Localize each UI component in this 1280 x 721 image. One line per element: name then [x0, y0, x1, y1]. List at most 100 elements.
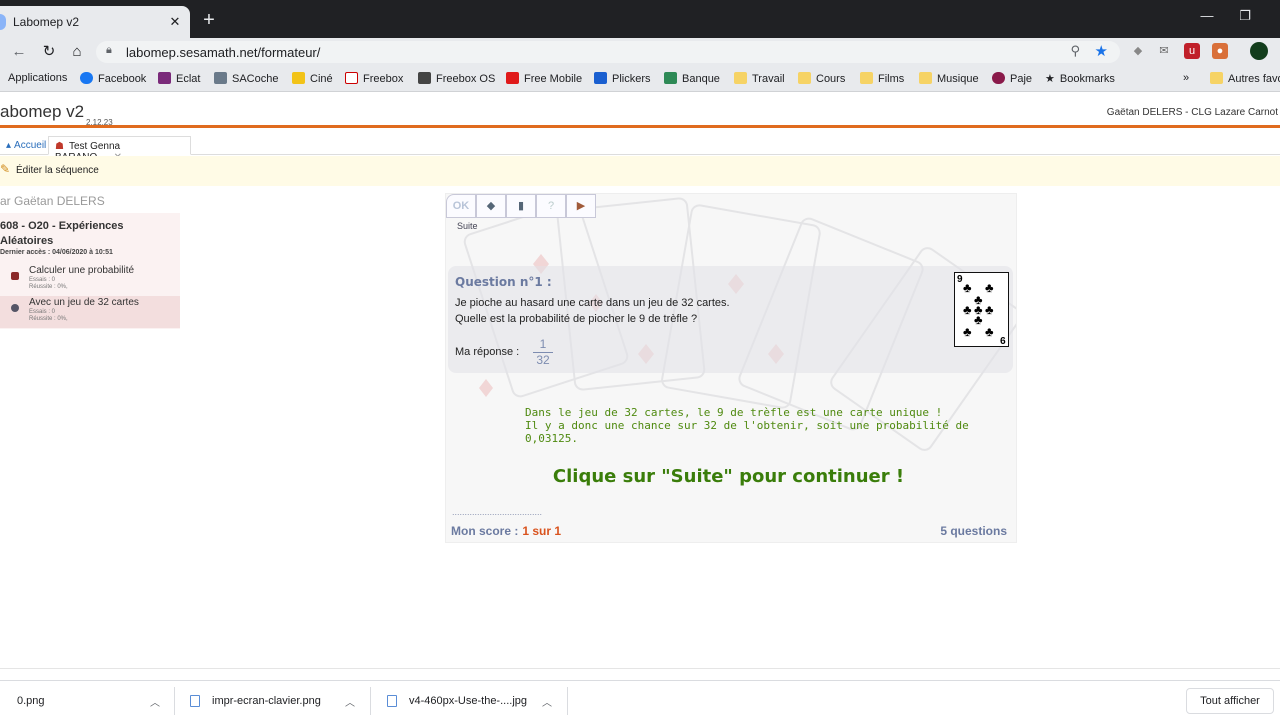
freebox-os-icon — [418, 72, 431, 84]
club-icon: ♣ — [963, 324, 972, 339]
close-tab-icon[interactable]: ✕ — [166, 14, 184, 30]
extension-icon[interactable]: ● — [1212, 43, 1228, 59]
bookmark-paje[interactable]: Paje — [992, 72, 1032, 85]
browser-tab[interactable]: Labomep v2 ✕ — [0, 6, 190, 38]
tab-accueil[interactable]: ▴ Accueil — [0, 136, 52, 155]
sequence-item[interactable]: Calculer une probabilité Essais : 0 Réuss… — [0, 264, 180, 296]
download-filename: 0.png — [17, 695, 45, 707]
download-item[interactable]: 0.png ︿ — [0, 681, 170, 721]
bookmark-musique[interactable]: Musique — [919, 72, 979, 85]
folder-icon — [798, 72, 811, 84]
ok-button[interactable]: OK — [446, 194, 476, 218]
home-button[interactable]: ⌂ — [66, 41, 88, 63]
tab-test[interactable]: ☗Test Genna BARANO...✕ — [48, 136, 191, 163]
last-access: Dernier accès : 04/06/2020 à 10:51 — [0, 249, 113, 256]
page-bottom-divider — [0, 668, 1280, 669]
next-icon[interactable]: ▶ — [566, 194, 596, 218]
app-tabs: ▴Accueil ☗Test Genna BARANO...✕ — [0, 134, 1280, 163]
reload-button[interactable]: ↻ — [38, 41, 60, 63]
bookmark-free-mobile[interactable]: Free Mobile — [506, 72, 582, 85]
new-tab-button[interactable]: + — [198, 10, 220, 32]
club-icon: ♣ — [963, 280, 972, 295]
eclat-icon — [158, 72, 171, 84]
bookmarks-overflow-icon[interactable]: » — [1183, 72, 1189, 84]
download-item[interactable]: impr-ecran-clavier.png ︿ — [190, 681, 366, 721]
bookmark-sacoche[interactable]: SACoche — [214, 72, 278, 85]
download-item[interactable]: v4-460px-Use-the-....jpg ︿ — [387, 681, 563, 721]
free-mobile-icon — [506, 72, 519, 84]
exercise-icon — [11, 304, 19, 312]
help-icon[interactable]: ? — [536, 194, 566, 218]
score-value: 1 sur 1 — [522, 524, 562, 538]
bookmark-applications[interactable]: Applications — [8, 72, 67, 84]
file-icon — [387, 695, 397, 707]
edit-sequence-link[interactable]: Éditer la séquence — [16, 165, 99, 176]
address-bar[interactable]: 🔒︎ labomep.sesamath.net/formateur/ ⚲ ★ — [96, 41, 1120, 63]
club-icon: ♣ — [963, 302, 972, 317]
chevron-up-icon: ︿ — [345, 698, 355, 709]
club-icon: ♣ — [974, 302, 983, 317]
folder-icon — [1210, 72, 1223, 84]
bookmark-facebook[interactable]: Facebook — [80, 72, 146, 85]
edit-bar: ✎ Éditer la séquence — [0, 156, 1280, 186]
show-all-button[interactable]: Tout afficher — [1186, 688, 1274, 714]
exercise-frame: OK ◆ ▮ ? ▶ Suite Question n°1 : Je pioch… — [445, 193, 1017, 543]
labomep-favicon-icon — [0, 14, 6, 30]
bookmark-star-icon[interactable]: ★ — [1095, 42, 1108, 60]
zoom-icon[interactable]: ⚲ — [1070, 43, 1080, 59]
app-name: abomep v2 — [0, 102, 85, 121]
bookmark-freebox-os[interactable]: Freebox OS — [418, 72, 495, 85]
mail-icon[interactable]: ✉ — [1156, 43, 1172, 59]
extension-bell-icon[interactable]: ◆ — [1130, 43, 1146, 59]
answer-label: Ma réponse : — [455, 346, 520, 358]
tag-icon[interactable]: ◆ — [476, 194, 506, 218]
question-text: Je pioche au hasard une carte dans un je… — [455, 297, 730, 325]
club-icon: ♣ — [985, 302, 994, 317]
url-text: labomep.sesamath.net/formateur/ — [126, 45, 321, 60]
user-icon: ☗ — [55, 141, 64, 152]
exercise-toolbar: OK ◆ ▮ ? ▶ — [446, 194, 596, 218]
pencil-icon: ✎ — [0, 162, 11, 176]
plickers-icon — [594, 72, 607, 84]
bookmark-cours[interactable]: Cours — [798, 72, 845, 85]
bookmark-bookmarks[interactable]: ★ Bookmarks — [1045, 72, 1115, 85]
file-icon — [190, 695, 200, 707]
minimize-window-button[interactable]: — — [1192, 8, 1222, 23]
ublock-icon[interactable]: u — [1184, 43, 1200, 59]
answer-fraction: 1 32 — [533, 338, 553, 367]
sequence-panel: ar Gaëtan DELERS 608 - O20 - Expériences… — [0, 193, 180, 333]
bookmark-cine[interactable]: Ciné — [292, 72, 333, 85]
bookmark-banque[interactable]: Banque — [664, 72, 720, 85]
folder-icon — [919, 72, 932, 84]
bookmark-films[interactable]: Films — [860, 72, 904, 85]
suite-label: Suite — [457, 221, 478, 231]
profile-avatar-icon[interactable] — [1250, 42, 1268, 60]
banque-icon — [664, 72, 677, 84]
bookmark-eclat[interactable]: Eclat — [158, 72, 200, 85]
back-button[interactable]: ← — [8, 41, 30, 63]
continue-message: Clique sur "Suite" pour continuer ! — [552, 466, 905, 487]
club-icon: ♣ — [985, 280, 994, 295]
browser-tabstrip: Labomep v2 ✕ + — ❐ — [0, 0, 1280, 38]
home-icon: ▴ — [6, 140, 12, 151]
app-header: abomep v2 2.12.23 Gaëtan DELERS - CLG La… — [0, 93, 1280, 128]
bookmark-travail[interactable]: Travail — [734, 72, 785, 85]
download-bar: 0.png ︿ impr-ecran-clavier.png ︿ v4-460p… — [0, 680, 1280, 720]
chevron-up-icon: ︿ — [542, 698, 552, 709]
sequence-item-name: Avec un jeu de 32 cartes — [29, 297, 139, 308]
sequence-title[interactable]: 608 - O20 - Expériences Aléatoires — [0, 219, 178, 249]
folder-icon — [734, 72, 747, 84]
restore-window-button[interactable]: ❐ — [1230, 8, 1260, 24]
folder-icon — [860, 72, 873, 84]
question-box: Question n°1 : Je pioche au hasard une c… — [448, 266, 1013, 373]
bookmark-plickers[interactable]: Plickers — [594, 72, 651, 85]
user-info[interactable]: Gaëtan DELERS - CLG Lazare Carnot — [1107, 107, 1278, 118]
bookmark-other[interactable]: Autres favo — [1210, 72, 1280, 85]
star-icon: ★ — [1045, 73, 1055, 85]
download-filename: impr-ecran-clavier.png — [212, 695, 321, 707]
sequence-item-selected[interactable]: Avec un jeu de 32 cartes Essais : 0 Réuss… — [0, 296, 180, 328]
lock-icon: 🔒︎ — [106, 44, 112, 56]
questions-count: 5 questions — [940, 524, 1007, 538]
bookmark-freebox[interactable]: Freebox — [345, 72, 403, 85]
bottle-icon[interactable]: ▮ — [506, 194, 536, 218]
